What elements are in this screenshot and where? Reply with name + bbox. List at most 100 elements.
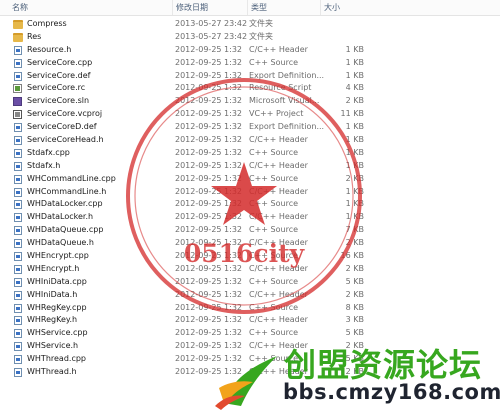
file-row[interactable]: WHDataLocker.cpp 2012-09-25 1:32 C++ Sourc… xyxy=(0,198,500,211)
file-row[interactable]: ServiceCoreHead.h 2012-09-25 1:32 C/C++ He… xyxy=(0,134,500,147)
file-size: 5 KB xyxy=(345,276,364,286)
file-name: Compress xyxy=(27,19,67,28)
file-row[interactable]: WHService.cpp 2012-09-25 1:32 C++ Source 5 … xyxy=(0,327,500,340)
file-date: 2012-09-25 1:32 xyxy=(175,109,242,119)
file-type: C++ Source xyxy=(249,302,299,312)
file-row[interactable]: WHDataQueue.h 2012-09-25 1:32 C/C++ Header… xyxy=(0,237,500,250)
file-date: 2012-09-25 1:32 xyxy=(175,315,242,325)
header-file-icon xyxy=(14,161,22,171)
file-row[interactable]: WHEncrypt.cpp 2012-09-25 1:32 C++ Source 16… xyxy=(0,250,500,263)
file-row[interactable]: ServiceCore.def 2012-09-25 1:32 Export Def… xyxy=(0,70,500,83)
header-file-icon xyxy=(14,316,22,326)
file-type: C++ Source xyxy=(249,199,299,209)
file-name: Res xyxy=(27,31,42,41)
file-name: ServiceCore.vcproj xyxy=(27,109,103,119)
file-row[interactable]: WHEncrypt.h 2012-09-25 1:32 C/C++ Header 2 … xyxy=(0,263,500,276)
file-type: C/C++ Header xyxy=(249,44,308,54)
file-row[interactable]: WHRegKey.h 2012-09-25 1:32 C/C++ Header 3 K… xyxy=(0,314,500,327)
file-name: WHEncrypt.h xyxy=(27,263,80,273)
file-type: C/C++ Header xyxy=(249,263,308,273)
file-row[interactable]: Resource.h 2012-09-25 1:32 C/C++ Header 1 K… xyxy=(0,44,500,57)
column-header-size[interactable]: 大小 xyxy=(320,0,380,15)
def-file-icon xyxy=(14,123,22,133)
file-row[interactable]: ServiceCore.vcproj 2012-09-25 1:32 VC++ Pr… xyxy=(0,108,500,121)
file-size: 1 KB xyxy=(345,70,364,80)
cpp-file-icon xyxy=(14,226,22,236)
file-date: 2012-09-25 1:32 xyxy=(175,263,242,273)
file-date: 2012-09-25 1:32 xyxy=(175,70,242,80)
file-name: ServiceCore.cpp xyxy=(27,57,93,67)
file-size: 1 KB xyxy=(345,44,364,54)
vcproj-file-icon xyxy=(13,110,22,120)
file-type: C/C++ Header xyxy=(249,238,308,248)
file-date: 2012-09-25 1:32 xyxy=(175,225,242,235)
file-name: WHService.cpp xyxy=(27,328,88,338)
cpp-file-icon xyxy=(14,148,22,158)
file-type: C++ Source xyxy=(249,251,299,261)
column-header-name[interactable]: 名称 xyxy=(0,0,172,15)
file-row[interactable]: WHCommandLine.h 2012-09-25 1:32 C/C++ Head… xyxy=(0,186,500,199)
file-name: Stdafx.h xyxy=(27,160,61,170)
file-date: 2012-09-25 1:32 xyxy=(175,212,242,222)
file-date: 2012-09-25 1:32 xyxy=(175,135,242,145)
file-row[interactable]: ServiceCoreD.def 2012-09-25 1:32 Export De… xyxy=(0,121,500,134)
file-name: WHEncrypt.cpp xyxy=(27,251,89,261)
file-type: C/C++ Header xyxy=(249,315,308,325)
file-date: 2012-09-25 1:32 xyxy=(175,96,242,106)
file-name: WHDataLocker.cpp xyxy=(27,199,103,209)
cpp-file-icon xyxy=(14,174,22,184)
file-name: WHIniData.h xyxy=(27,289,78,299)
file-row[interactable]: WHCommandLine.cpp 2012-09-25 1:32 C++ Sour… xyxy=(0,173,500,186)
file-size: 2 KB xyxy=(345,173,364,183)
def-file-icon xyxy=(14,71,22,81)
file-size: 1 KB xyxy=(345,135,364,145)
file-name: WHIniData.cpp xyxy=(27,276,87,286)
file-type: 文件夹 xyxy=(249,19,273,28)
file-row[interactable]: WHIniData.cpp 2012-09-25 1:32 C++ Source 5 … xyxy=(0,276,500,289)
file-row[interactable]: WHDataLocker.h 2012-09-25 1:32 C/C++ Heade… xyxy=(0,211,500,224)
file-date: 2012-09-25 1:32 xyxy=(175,44,242,54)
file-row[interactable]: WHRegKey.cpp 2012-09-25 1:32 C++ Source 8 K… xyxy=(0,302,500,315)
file-size: 1 KB xyxy=(345,147,364,157)
file-row[interactable]: WHIniData.h 2012-09-25 1:32 C/C++ Header 2 … xyxy=(0,289,500,302)
folder-icon xyxy=(13,20,23,29)
file-row[interactable]: Stdafx.h 2012-09-25 1:32 C/C++ Header 1 KB xyxy=(0,160,500,173)
header-file-icon xyxy=(14,45,22,55)
file-row[interactable]: ServiceCore.sln 2012-09-25 1:32 Microsoft … xyxy=(0,95,500,108)
file-date: 2012-09-25 1:32 xyxy=(175,57,242,67)
file-type: C++ Source xyxy=(249,173,299,183)
file-date: 2012-09-25 1:32 xyxy=(175,147,242,157)
file-date: 2012-09-25 1:32 xyxy=(175,251,242,261)
file-size: 1 KB xyxy=(345,199,364,209)
file-row[interactable]: Res 2013-05-27 23:42 文件夹 xyxy=(0,31,500,44)
file-date: 2012-09-25 1:32 xyxy=(175,199,242,209)
file-size: 1 KB xyxy=(345,122,364,132)
column-header-date[interactable]: 修改日期 xyxy=(172,0,247,15)
file-type: Export Definition... xyxy=(249,70,325,80)
file-name: ServiceCoreD.def xyxy=(27,122,97,132)
header-file-icon xyxy=(14,187,22,197)
file-size: 8 KB xyxy=(345,302,364,312)
file-name: WHDataQueue.h xyxy=(27,238,94,248)
file-size: 2 KB xyxy=(345,263,364,273)
file-name: WHCommandLine.h xyxy=(27,186,107,196)
file-list: Compress 2013-05-27 23:42 文件夹 Res 2013-05-27… xyxy=(0,18,500,379)
file-row[interactable]: Stdafx.cpp 2012-09-25 1:32 C++ Source 1 KB xyxy=(0,147,500,160)
file-date: 2012-09-25 1:32 xyxy=(175,328,242,338)
file-size: 5 KB xyxy=(345,328,364,338)
file-name: WHDataLocker.h xyxy=(27,212,94,222)
file-name: ServiceCoreHead.h xyxy=(27,135,104,145)
file-row[interactable]: ServiceCore.rc 2012-09-25 1:32 Resource Sc… xyxy=(0,82,500,95)
file-name: Stdafx.cpp xyxy=(27,147,70,157)
leaf-logo-icon xyxy=(215,356,277,410)
file-row[interactable]: WHDataQueue.cpp 2012-09-25 1:32 C++ Source… xyxy=(0,224,500,237)
file-row[interactable]: Compress 2013-05-27 23:42 文件夹 xyxy=(0,18,500,31)
column-header-type[interactable]: 类型 xyxy=(247,0,320,15)
file-date: 2012-09-25 1:32 xyxy=(175,160,242,170)
file-type: C/C++ Header xyxy=(249,160,308,170)
file-date: 2012-09-25 1:32 xyxy=(175,173,242,183)
file-row[interactable]: ServiceCore.cpp 2012-09-25 1:32 C++ Source… xyxy=(0,57,500,70)
cpp-file-icon xyxy=(14,355,22,365)
cpp-file-icon xyxy=(14,252,22,262)
file-date: 2012-09-25 1:32 xyxy=(175,302,242,312)
